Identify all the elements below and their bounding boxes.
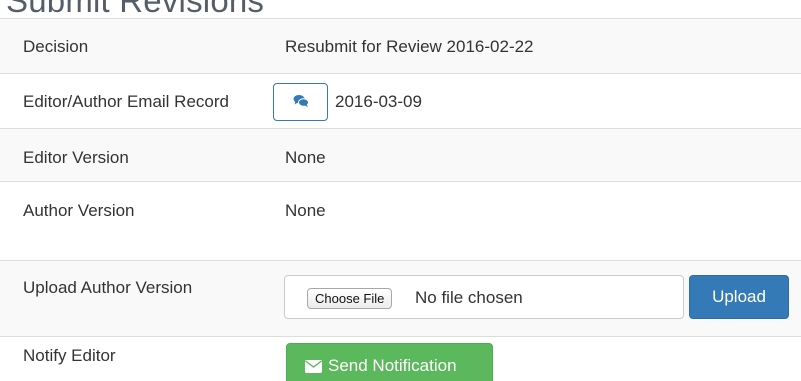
- editor-version-value: None: [285, 148, 326, 167]
- send-notification-button[interactable]: Send Notification: [286, 343, 493, 381]
- author-version-label: Author Version: [23, 201, 135, 220]
- upload-row: Upload Author Version Choose File No fil…: [0, 260, 801, 336]
- page-title: Submit Revisions: [6, 0, 265, 19]
- editor-version-label: Editor Version: [23, 148, 129, 167]
- upload-label: Upload Author Version: [23, 278, 193, 297]
- notify-label: Notify Editor: [23, 346, 116, 365]
- decision-row: Decision Resubmit for Review 2016-02-22: [0, 18, 801, 73]
- send-notification-label: Send Notification: [328, 356, 457, 375]
- notify-row: Notify Editor Send Notification: [0, 336, 801, 381]
- file-status: No file chosen: [415, 288, 523, 307]
- envelope-icon: [305, 359, 322, 373]
- editor-version-row: Editor Version None: [0, 128, 801, 181]
- decision-label: Decision: [23, 37, 89, 56]
- decision-value: Resubmit for Review 2016-02-22: [285, 37, 534, 56]
- upload-button[interactable]: Upload: [689, 275, 789, 319]
- author-version-row: Author Version None: [0, 181, 801, 260]
- choose-file-button[interactable]: Choose File: [307, 288, 393, 309]
- comments-icon: [293, 94, 309, 111]
- email-record-date: 2016-03-09: [335, 92, 422, 111]
- author-version-value: None: [285, 201, 326, 220]
- file-input[interactable]: Choose File No file chosen: [284, 275, 684, 319]
- email-record-row: Editor/Author Email Record 2016-03-09: [0, 73, 801, 128]
- email-record-button[interactable]: [273, 83, 328, 121]
- email-record-label: Editor/Author Email Record: [23, 92, 229, 111]
